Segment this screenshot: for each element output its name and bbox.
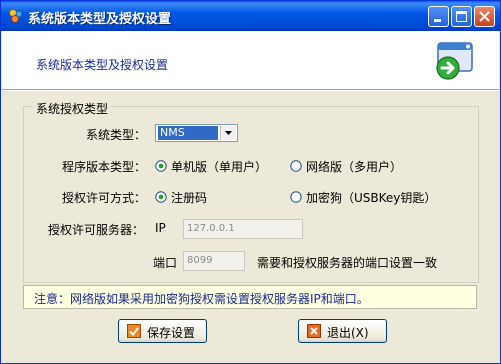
exit-button[interactable]: 退出(X) bbox=[298, 319, 387, 343]
exit-button-label: 退出(X) bbox=[327, 326, 369, 340]
minimize-button[interactable] bbox=[428, 6, 449, 27]
title-bar[interactable]: 系统版本类型及授权设置 bbox=[1, 1, 500, 31]
maximize-button[interactable] bbox=[451, 6, 472, 27]
exit-icon bbox=[307, 324, 321, 338]
maximize-icon bbox=[456, 11, 467, 22]
dropdown-button[interactable] bbox=[220, 126, 236, 140]
radio-standalone-label[interactable]: 单机版（单用户） bbox=[171, 158, 267, 175]
save-button[interactable]: 保存设置 bbox=[118, 319, 207, 343]
minimize-icon bbox=[434, 19, 441, 22]
radio-network[interactable] bbox=[290, 160, 302, 172]
header-title: 系统版本类型及授权设置 bbox=[36, 58, 169, 72]
system-type-select[interactable]: NMS bbox=[155, 124, 238, 142]
header-separator bbox=[2, 90, 499, 91]
radio-dongle-label[interactable]: 加密狗（USBKey钥匙） bbox=[306, 189, 436, 206]
radio-reg-code-label[interactable]: 注册码 bbox=[171, 189, 207, 206]
radio-standalone[interactable] bbox=[155, 160, 167, 172]
edition-label: 程序版本类型： bbox=[62, 160, 147, 174]
radio-network-label[interactable]: 网络版（多用户） bbox=[306, 158, 402, 175]
radio-reg-code[interactable] bbox=[155, 191, 167, 203]
note-bar: 注意：网络版如果采用加密狗授权需设置授权服务器IP和端口。 bbox=[23, 285, 477, 309]
ip-label: IP bbox=[155, 221, 166, 235]
system-type-value: NMS bbox=[158, 126, 218, 140]
license-mode-label: 授权许可方式： bbox=[62, 191, 147, 205]
dialog-window: 系统版本类型及授权设置 系统版本类型及授权设置 系统授权类型 系统类型： NMS… bbox=[0, 0, 501, 364]
port-hint: 需要和授权服务器的端口设置一致 bbox=[257, 256, 438, 270]
ip-input[interactable]: 127.0.0.1 bbox=[183, 219, 303, 239]
header-banner: 系统版本类型及授权设置 bbox=[2, 31, 499, 90]
port-label: 端口 bbox=[153, 256, 178, 270]
app-window-icon bbox=[436, 42, 473, 80]
chevron-down-icon bbox=[225, 131, 232, 135]
close-icon bbox=[479, 11, 490, 22]
save-button-label: 保存设置 bbox=[147, 326, 196, 340]
note-text: 注意：网络版如果采用加密狗授权需设置授权服务器IP和端口。 bbox=[34, 292, 369, 306]
radio-dongle[interactable] bbox=[290, 191, 302, 203]
system-type-label: 系统类型： bbox=[86, 128, 147, 142]
port-input[interactable]: 8099 bbox=[183, 251, 245, 271]
window-title: 系统版本类型及授权设置 bbox=[28, 12, 172, 27]
license-server-label: 授权许可服务器： bbox=[48, 223, 145, 237]
save-icon bbox=[127, 324, 141, 338]
group-legend: 系统授权类型 bbox=[33, 100, 112, 117]
close-button[interactable] bbox=[474, 6, 495, 27]
app-icon bbox=[9, 9, 23, 23]
